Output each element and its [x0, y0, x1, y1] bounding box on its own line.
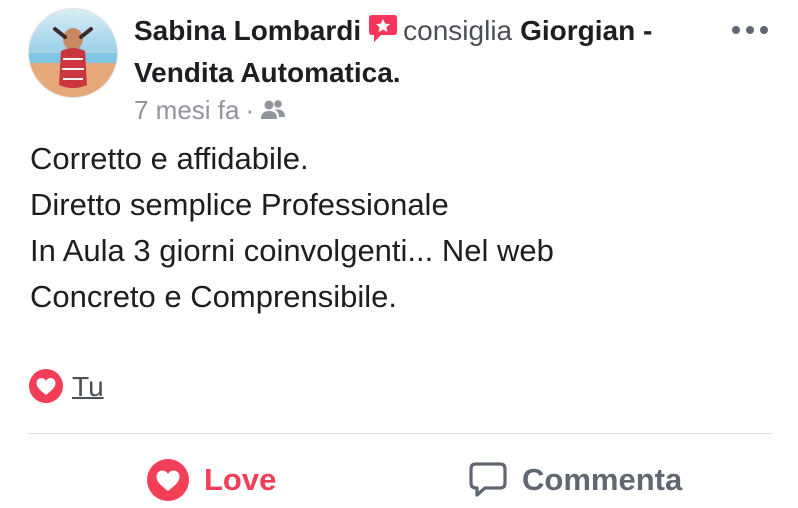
comment-button[interactable]: Commenta — [468, 452, 682, 508]
recommendation-flag-icon — [367, 12, 399, 54]
heart-reaction-icon — [29, 369, 63, 403]
post-body: Corretto e affidabile. Diretto semplice … — [30, 136, 770, 320]
post-body-line: Corretto e affidabile. — [30, 141, 309, 176]
comment-button-label: Commenta — [522, 462, 683, 497]
divider — [28, 433, 772, 434]
more-options-icon[interactable] — [730, 20, 770, 40]
meta-separator: · — [245, 95, 255, 125]
post-meta: 7 mesi fa · — [134, 92, 286, 130]
recommend-verb: consiglia — [403, 15, 513, 46]
avatar[interactable] — [28, 8, 118, 98]
post-body-line: Diretto semplice Professionale — [30, 187, 449, 222]
friends-icon — [260, 94, 286, 130]
comment-icon — [469, 462, 507, 497]
avatar-image — [29, 27, 117, 97]
love-button-label: Love — [204, 462, 277, 497]
love-button[interactable]: Love — [146, 452, 276, 508]
heart-icon — [147, 459, 189, 501]
post-body-line: In Aula 3 giorni coinvolgenti... Nel web — [30, 233, 554, 268]
reaction-user-label[interactable]: Tu — [72, 370, 104, 404]
post-header: Sabina Lombardi consiglia Giorgian - Vendi… — [134, 12, 724, 92]
post-body-line: Concreto e Comprensibile. — [30, 279, 398, 314]
post-timestamp[interactable]: 7 mesi fa — [134, 95, 240, 125]
author-name[interactable]: Sabina Lombardi — [134, 15, 361, 46]
